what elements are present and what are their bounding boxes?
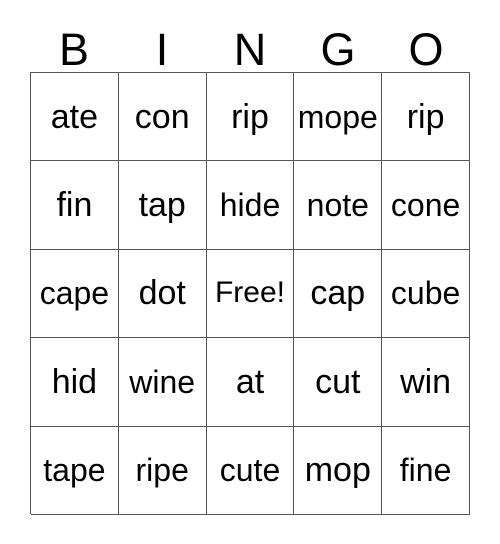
bingo-free-label: Free!	[214, 276, 285, 310]
bingo-cell-label: tap	[138, 186, 186, 225]
bingo-header-letter: N	[233, 24, 267, 76]
bingo-card: B I N G O ate con rip mope rip fin tap h…	[30, 22, 470, 515]
bingo-cell[interactable]: win	[382, 338, 470, 427]
bingo-cell[interactable]: cube	[382, 249, 470, 339]
bingo-free-cell[interactable]: Free!	[206, 249, 295, 339]
bingo-cell[interactable]: cap	[294, 249, 383, 339]
bingo-header-cell-b: B	[30, 22, 118, 72]
bingo-cell-label: wine	[129, 363, 196, 400]
bingo-cell[interactable]: dot	[118, 249, 207, 339]
bingo-cell-label: tape	[43, 452, 106, 489]
bingo-cell[interactable]: hid	[31, 338, 119, 427]
bingo-cell[interactable]: ripe	[118, 426, 207, 515]
bingo-cell-label: fin	[56, 186, 93, 225]
bingo-cell[interactable]: rip	[382, 73, 470, 162]
bingo-cell-label: hid	[51, 362, 98, 401]
bingo-header-cell-o: O	[382, 22, 470, 72]
bingo-cell[interactable]: mop	[294, 426, 383, 515]
bingo-cell-label: rip	[406, 97, 445, 136]
bingo-cell[interactable]: ate	[31, 73, 119, 162]
bingo-cell[interactable]: cape	[31, 249, 119, 339]
bingo-cell[interactable]: cut	[294, 338, 383, 427]
bingo-row: cape dot Free! cap cube	[31, 249, 470, 339]
bingo-cell-label: cute	[219, 452, 281, 489]
bingo-header-letter: B	[58, 24, 89, 76]
bingo-cell-label: ripe	[135, 452, 189, 489]
bingo-cell-label: hide	[219, 187, 281, 224]
bingo-cell[interactable]: tape	[31, 426, 119, 515]
bingo-cell-label: cap	[310, 274, 366, 313]
bingo-cell[interactable]: tap	[118, 161, 207, 250]
bingo-cell[interactable]: cute	[206, 426, 295, 515]
bingo-cell-label: rip	[231, 97, 269, 136]
bingo-cell[interactable]: cone	[382, 161, 470, 250]
bingo-row: hid wine at cut win	[31, 338, 470, 427]
bingo-cell[interactable]: fine	[382, 426, 470, 515]
bingo-cell-label: dot	[138, 274, 186, 313]
bingo-header-cell-g: G	[294, 22, 382, 72]
bingo-cell-label: win	[400, 362, 452, 401]
bingo-grid: ate con rip mope rip fin tap hide note c…	[30, 72, 470, 515]
bingo-cell-label: ate	[50, 97, 99, 136]
bingo-cell-label: fine	[399, 452, 452, 489]
bingo-cell[interactable]: at	[206, 338, 295, 427]
bingo-header-cell-i: I	[118, 22, 206, 72]
bingo-cell-label: mope	[297, 98, 378, 135]
bingo-cell-label: mop	[304, 451, 371, 490]
bingo-cell-label: con	[134, 97, 190, 136]
bingo-header-row: B I N G O	[30, 22, 470, 72]
bingo-row: fin tap hide note cone	[31, 161, 470, 250]
bingo-cell[interactable]: wine	[118, 338, 207, 427]
bingo-cell-label: note	[306, 187, 369, 224]
bingo-cell[interactable]: rip	[206, 73, 295, 162]
bingo-cell[interactable]: note	[294, 161, 383, 250]
bingo-cell[interactable]: fin	[31, 161, 119, 250]
bingo-cell-label: at	[235, 362, 265, 401]
bingo-header-letter: I	[155, 24, 169, 76]
bingo-row: ate con rip mope rip	[31, 73, 470, 162]
bingo-header-letter: G	[320, 24, 356, 76]
bingo-cell[interactable]: mope	[294, 73, 383, 162]
bingo-cell-label: cape	[39, 275, 110, 312]
bingo-cell-label: cube	[390, 275, 461, 312]
bingo-header-letter: O	[408, 24, 444, 76]
bingo-cell-label: cut	[315, 362, 361, 401]
bingo-cell[interactable]: con	[118, 73, 207, 162]
bingo-cell[interactable]: hide	[206, 161, 295, 250]
bingo-row: tape ripe cute mop fine	[31, 426, 470, 515]
bingo-header-cell-n: N	[206, 22, 294, 72]
bingo-cell-label: cone	[390, 187, 461, 224]
